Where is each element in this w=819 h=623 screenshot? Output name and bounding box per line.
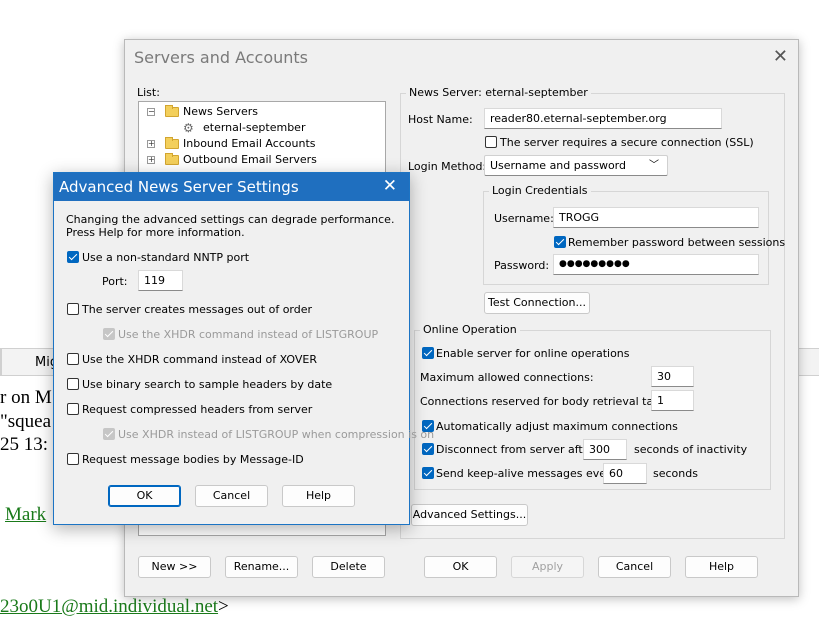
login-method-label: Login Method: [408, 160, 487, 173]
tree-item-outbound-email[interactable]: + Outbound Email Servers [145, 152, 375, 168]
message-id-line: 23o0U1@mid.individual.net> [0, 596, 229, 618]
keepalive-label: Send keep-alive messages every [436, 467, 618, 480]
port-label: Port: [102, 275, 128, 288]
tree-item-label: Outbound Email Servers [183, 153, 317, 166]
auto-adjust-label: Automatically adjust maximum connections [436, 420, 678, 433]
gear-icon: ⚙ [183, 121, 194, 135]
delete-button[interactable]: Delete [312, 556, 385, 578]
folder-icon [165, 105, 179, 117]
message-id-checkbox[interactable] [67, 453, 79, 465]
nonstandard-port-label: Use a non-standard NNTP port [82, 251, 250, 264]
advanced-settings-dialog: Advanced News Server Settings ✕ Changing… [53, 172, 434, 525]
tree-item-eternal-september[interactable]: ⚙ eternal-september [145, 120, 375, 136]
disconnect-checkbox[interactable] [422, 443, 434, 455]
port-input[interactable]: 119 [138, 270, 183, 291]
disconnect-suffix: seconds of inactivity [634, 443, 748, 456]
cancel-button[interactable]: Cancel [598, 556, 671, 578]
advanced-settings-button[interactable]: Advanced Settings... [411, 504, 528, 526]
enable-online-label: Enable server for online operations [436, 347, 630, 360]
password-label: Password: [494, 259, 550, 272]
body-connections-label: Connections reserved for body retrieval … [420, 395, 675, 408]
keepalive-seconds-input[interactable]: 60 [603, 463, 647, 484]
body-connections-input[interactable]: 1 [651, 390, 694, 411]
dialog-title: Advanced News Server Settings [59, 178, 299, 196]
compressed-headers-checkbox[interactable] [67, 403, 79, 415]
message-id-label: Request message bodies by Message-ID [82, 453, 304, 466]
enable-online-checkbox[interactable] [422, 347, 434, 359]
disconnect-seconds-input[interactable]: 300 [583, 439, 627, 460]
list-label: List: [137, 86, 160, 99]
expand-icon[interactable]: + [147, 140, 155, 148]
title-bar: Advanced News Server Settings ✕ [54, 173, 409, 201]
xhdr-listgroup-label: Use the XHDR command instead of LISTGROU… [118, 328, 379, 341]
help-button[interactable]: Help [685, 556, 758, 578]
xhdr-listgroup-checkbox[interactable] [103, 328, 115, 340]
login-method-select[interactable]: Username and password ﹀ [484, 155, 668, 176]
password-input[interactable]: ●●●●●●●●● [553, 254, 759, 275]
ssl-label: The server requires a secure connection … [500, 136, 754, 149]
host-name-input[interactable]: reader80.eternal-september.org [484, 108, 722, 129]
tree-item-news-servers[interactable]: − News Servers [145, 104, 375, 120]
warning-text: Press Help for more information. [66, 226, 245, 239]
binary-search-label: Use binary search to sample headers by d… [82, 378, 333, 391]
group-title: Login Credentials [489, 184, 591, 197]
out-of-order-label: The server creates messages out of order [82, 303, 313, 316]
author-link[interactable]: Mark [5, 504, 46, 526]
test-connection-button[interactable]: Test Connection... [484, 292, 590, 314]
host-name-label: Host Name: [408, 113, 473, 126]
keepalive-checkbox[interactable] [422, 467, 434, 479]
cancel-button[interactable]: Cancel [195, 485, 268, 507]
login-method-value: Username and password [490, 159, 626, 172]
xhdr-compression-label: Use XHDR instead of LISTGROUP when compr… [118, 428, 435, 441]
disconnect-label: Disconnect from server after [436, 443, 595, 456]
xhdr-compression-checkbox[interactable] [103, 428, 115, 440]
message-id-suffix: > [218, 596, 229, 617]
username-label: Username: [494, 212, 554, 225]
xhdr-xover-label: Use the XHDR command instead of XOVER [82, 353, 317, 366]
tree-item-label: Inbound Email Accounts [183, 137, 316, 150]
username-input[interactable]: TROGG [553, 207, 759, 228]
group-title: Online Operation [420, 323, 520, 336]
xhdr-xover-checkbox[interactable] [67, 353, 79, 365]
remember-password-checkbox[interactable] [554, 236, 566, 248]
nonstandard-port-checkbox[interactable] [67, 251, 79, 263]
rename-button[interactable]: Rename... [225, 556, 298, 578]
compressed-headers-label: Request compressed headers from server [82, 403, 313, 416]
message-text-line: "squea [0, 411, 52, 432]
close-icon[interactable]: ✕ [383, 176, 397, 196]
remember-password-label: Remember password between sessions [568, 236, 786, 249]
message-id-link[interactable]: 23o0U1@mid.individual.net [0, 596, 218, 617]
help-button[interactable]: Help [282, 485, 355, 507]
message-text-line: 25 13: [0, 434, 49, 455]
ok-button[interactable]: OK [424, 556, 497, 578]
max-connections-input[interactable]: 30 [651, 366, 694, 387]
expand-icon[interactable]: + [147, 156, 155, 164]
tree-item-label: eternal-september [203, 121, 306, 134]
out-of-order-checkbox[interactable] [67, 303, 79, 315]
ssl-checkbox[interactable] [485, 136, 497, 148]
warning-text: Changing the advanced settings can degra… [66, 213, 395, 226]
column-header-cell[interactable]: Mig [1, 349, 58, 375]
message-text-line: r on M [0, 387, 52, 408]
ok-button[interactable]: OK [108, 485, 181, 507]
max-connections-label: Maximum allowed connections: [420, 371, 594, 384]
dialog-title: Servers and Accounts [134, 48, 309, 67]
binary-search-checkbox[interactable] [67, 378, 79, 390]
apply-button[interactable]: Apply [511, 556, 584, 578]
tree-item-inbound-email[interactable]: + Inbound Email Accounts [145, 136, 375, 152]
collapse-icon[interactable]: − [147, 108, 155, 116]
keepalive-suffix: seconds [653, 467, 698, 480]
folder-icon [165, 137, 179, 149]
new-button[interactable]: New >> [138, 556, 211, 578]
folder-icon [165, 153, 179, 165]
group-title: News Server: eternal-september [406, 86, 591, 99]
close-icon[interactable]: ✕ [773, 46, 788, 67]
chevron-down-icon: ﹀ [649, 160, 659, 171]
tree-item-label: News Servers [183, 105, 259, 118]
